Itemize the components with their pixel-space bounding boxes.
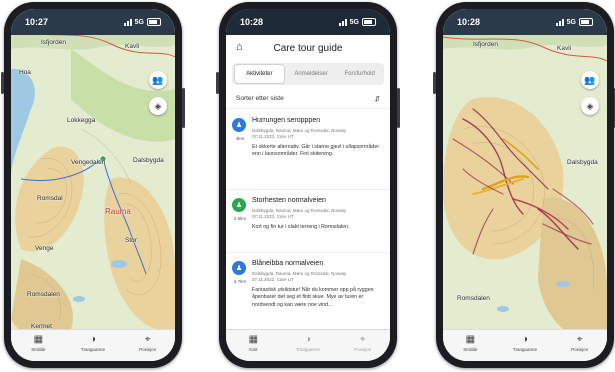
map-label: Romsdalen xyxy=(27,291,60,298)
hiker-icon: ♟ xyxy=(232,118,246,132)
list-item[interactable]: ♟ 2.6km Storhesten normalveien Dalsbygda… xyxy=(226,190,390,253)
map-label: Dalsbygda xyxy=(133,157,164,164)
status-bar: 10:28 5G xyxy=(226,9,390,35)
network-label: 5G xyxy=(134,18,144,26)
bottom-tab-bar: ▦ Kart ◑ Tranguanne ⌖ Posisjon xyxy=(226,329,390,361)
map-label: Isfjorden xyxy=(41,39,66,46)
map-icon: ▦ xyxy=(465,334,476,345)
phone-left: 10:27 5G Isfjorden Kavli Hoa Lokkegga Ve… xyxy=(1,2,185,368)
activity-meta: 07.11.2023, Care UT xyxy=(252,134,294,139)
map-label: Isfjorden xyxy=(473,41,498,48)
map-label: Kavli xyxy=(125,43,140,50)
page-title: Care tour guide xyxy=(273,42,343,54)
half-circle-icon: ◑ xyxy=(304,334,311,345)
map-label: Romsdalen xyxy=(457,295,490,302)
half-circle-icon: ◑ xyxy=(521,334,528,345)
layers-icon[interactable]: ◈ xyxy=(581,97,599,115)
map-label: Kavli xyxy=(557,45,572,52)
status-time: 10:27 xyxy=(25,17,49,27)
layers-icon[interactable]: ◈ xyxy=(149,97,167,115)
map-label: Lokkegga xyxy=(67,117,96,124)
tab-reviews[interactable]: Anmeldelser xyxy=(287,71,336,77)
target-icon: ⌖ xyxy=(359,334,366,345)
heatmap-map[interactable] xyxy=(443,9,607,361)
people-icon[interactable]: 👥 xyxy=(149,71,167,89)
list-item[interactable]: ♟ 4km Hurrungen seropppen Dalsbygda, Rau… xyxy=(226,110,390,190)
hiker-icon: ♟ xyxy=(232,198,246,212)
topo-map[interactable] xyxy=(11,9,175,361)
map-label: Hoa xyxy=(19,69,31,76)
activity-description: Fantastisk utsiktstur! Når du kommer opp… xyxy=(252,287,374,308)
signal-icon xyxy=(338,18,347,26)
map-label: Vengedalen xyxy=(71,159,106,166)
tab-conditions[interactable]: Forsfurhold xyxy=(335,71,384,77)
map-icon: ▦ xyxy=(33,334,44,345)
tab-map[interactable]: ▦ Stridde xyxy=(16,334,60,353)
status-time: 10:28 xyxy=(240,17,264,27)
target-icon: ⌖ xyxy=(144,334,151,345)
people-icon[interactable]: 👥 xyxy=(581,71,599,89)
status-bar: 10:27 5G xyxy=(11,9,175,35)
battery-icon xyxy=(362,18,376,26)
activity-title: Hurrungen seropppen xyxy=(252,117,321,124)
map-label: Dalsbygda xyxy=(567,159,598,166)
status-time: 10:28 xyxy=(457,17,481,27)
activity-distance: 4km xyxy=(235,136,245,141)
tab-tranguanne[interactable]: ◑ Tranguanne xyxy=(286,334,330,353)
chevron-updown-icon: ⇵ xyxy=(374,95,380,103)
battery-icon xyxy=(579,18,593,26)
status-bar: 10:28 5G xyxy=(443,9,607,35)
map-label: Venge xyxy=(35,245,54,252)
map-screen: 10:27 5G Isfjorden Kavli Hoa Lokkegga Ve… xyxy=(11,9,175,361)
bottom-tab-bar: ▦ Stridde ◑ Tranguanne ⌖ Posisjon xyxy=(11,329,175,361)
battery-icon xyxy=(147,18,161,26)
target-icon: ⌖ xyxy=(576,334,583,345)
sort-label: Sorter etter siste xyxy=(236,95,284,102)
segmented-tabs: Aktiviteter Anmeldelser Forsfurhold xyxy=(232,63,384,85)
bottom-tab-bar: ▦ Stridde ◑ Tranguanne ⌖ Posisjon xyxy=(443,329,607,361)
tour-guide-screen: 10:28 5G ⌂ Care tour guide Aktiviteter A… xyxy=(226,9,390,361)
network-label: 5G xyxy=(349,18,359,26)
map-label: Romsdal xyxy=(37,195,63,202)
map-icon: ▦ xyxy=(248,334,259,345)
tab-position[interactable]: ⌖ Posisjon xyxy=(341,334,385,353)
activity-meta: 07.11.2023, Care UT xyxy=(252,214,294,219)
network-label: 5G xyxy=(566,18,576,26)
heatmap-screen: 10:28 5G Isfjorden Kavli Dalsbygda Romsd… xyxy=(443,9,607,361)
phone-middle: 10:28 5G ⌂ Care tour guide Aktiviteter A… xyxy=(216,2,400,368)
activity-title: Blåneibba normalveien xyxy=(252,260,324,267)
activity-title: Storhesten normalveien xyxy=(252,197,326,204)
phone-right: 10:28 5G Isfjorden Kavli Dalsbygda Romsd… xyxy=(433,2,615,368)
sort-dropdown[interactable]: Sorter etter siste ⇵ xyxy=(226,89,390,109)
tab-tranguanne[interactable]: ◑ Tranguanne xyxy=(71,334,115,353)
house-icon: ⌂ xyxy=(236,41,243,53)
hiker-icon: ♟ xyxy=(232,261,246,275)
tab-map[interactable]: ▦ Kart xyxy=(231,334,275,353)
map-label: Stor xyxy=(125,237,137,244)
signal-icon xyxy=(123,18,132,26)
signal-icon xyxy=(555,18,564,26)
tab-activities[interactable]: Aktiviteter xyxy=(234,64,285,84)
activity-description: Et okkerte alternativ. Går i starne gjez… xyxy=(252,144,380,158)
activity-distance: 2.6km xyxy=(233,216,247,221)
activity-meta: 07.11.2023, Care UT xyxy=(252,277,294,282)
tab-position[interactable]: ⌖ Posisjon xyxy=(126,334,170,353)
half-circle-icon: ◑ xyxy=(89,334,96,345)
tab-position[interactable]: ⌖ Posisjon xyxy=(558,334,602,353)
activity-distance: 3.7km xyxy=(233,279,247,284)
tab-tranguanne[interactable]: ◑ Tranguanne xyxy=(503,334,547,353)
activity-description: Kort og fin tur i slakt terreng i Romsda… xyxy=(252,224,350,230)
map-label: Rauma xyxy=(105,207,131,216)
list-item[interactable]: ♟ 3.7km Blåneibba normalveien Dalsbygda,… xyxy=(226,253,390,329)
page-header: ⌂ Care tour guide xyxy=(226,35,390,61)
tab-map[interactable]: ▦ Stridde xyxy=(448,334,492,353)
